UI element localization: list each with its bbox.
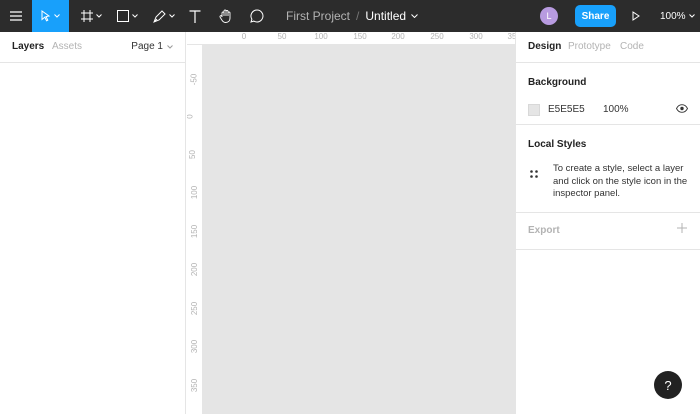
ruler-tick: -50 [189,73,199,86]
main-menu-button[interactable] [0,0,32,32]
ruler-tick: 300 [469,32,483,41]
ruler-tick: 300 [190,339,200,354]
ruler-tick: 200 [190,262,200,277]
present-button[interactable] [628,0,644,32]
canvas[interactable] [203,45,515,414]
ruler-tick: 200 [391,32,405,41]
ruler-tick: 0 [241,32,247,41]
background-color-hex[interactable]: E5E5E5 [548,104,585,115]
ruler-tick: 50 [277,32,287,41]
comment-icon [250,9,264,23]
chevron-down-icon [169,14,175,18]
page-label: Page 1 [131,41,163,52]
tab-assets[interactable]: Assets [52,41,82,52]
zoom-dropdown[interactable]: 100% [660,0,695,32]
title-separator: / [356,9,360,23]
eye-icon[interactable] [676,104,688,113]
text-tool-button[interactable] [186,0,204,32]
ruler-tick: 35 [507,32,515,41]
move-tool-button[interactable] [32,0,69,32]
style-grid-icon [530,170,538,178]
project-name[interactable]: First Project [286,9,350,23]
chevron-down-icon[interactable] [411,14,418,18]
properties-panel: Design Prototype Code Background E5E5E5 … [515,32,700,414]
local-styles-description: To create a style, select a layer and cl… [553,163,688,199]
frame-icon [80,10,93,22]
ruler-tick: 100 [190,185,200,200]
ruler-tick: 250 [430,32,444,41]
help-button[interactable]: ? [654,371,682,399]
background-color-swatch[interactable] [528,104,540,116]
frame-tool-button[interactable] [78,0,104,32]
hand-icon [219,9,231,23]
ruler-horizontal: 0 50 100 150 200 250 300 35 [187,32,515,45]
background-title: Background [528,77,587,88]
user-avatar[interactable]: L [540,7,558,25]
layers-panel: Layers Assets Page 1 [0,32,186,414]
rectangle-icon [116,10,129,22]
ruler-vertical: -50 0 50 100 150 200 250 300 350 [187,45,203,414]
tab-code[interactable]: Code [620,41,644,52]
hamburger-icon [10,11,22,21]
ruler-tick: 50 [187,150,197,159]
share-button[interactable]: Share [575,5,616,27]
pen-tool-button[interactable] [150,0,178,32]
chevron-down-icon [167,44,173,49]
shape-tool-button[interactable] [114,0,140,32]
ruler-tick: 0 [187,114,195,118]
chevron-down-icon [688,14,695,18]
pen-icon [153,9,166,23]
cursor-icon [41,10,51,22]
chevron-down-icon [95,14,102,18]
zoom-level: 100% [660,10,686,22]
play-icon [632,11,640,21]
left-panel-tabs: Layers Assets Page 1 [0,32,185,63]
chevron-down-icon [54,14,60,18]
ruler-tick: 250 [190,301,200,316]
ruler-tick: 150 [190,224,200,239]
local-styles-section: Local Styles To create a style, select a… [516,125,700,213]
background-section: Background E5E5E5 100% [516,63,700,125]
file-name[interactable]: Untitled [365,9,406,23]
text-icon [189,9,201,23]
page-selector[interactable]: Page 1 [131,41,173,52]
plus-icon[interactable] [677,223,687,233]
ruler-tick: 350 [190,378,200,393]
hand-tool-button[interactable] [216,0,236,32]
toolbar: First Project / Untitled L Share 100% [0,0,700,32]
local-styles-title: Local Styles [528,139,587,150]
file-title: First Project / Untitled [286,0,418,32]
tab-design[interactable]: Design [528,41,561,52]
comment-tool-button[interactable] [247,0,267,32]
right-panel-tabs: Design Prototype Code [516,32,700,63]
export-title: Export [528,225,560,236]
tab-layers[interactable]: Layers [12,41,44,52]
background-opacity[interactable]: 100% [603,104,629,115]
export-section: Export [516,213,700,250]
tab-prototype[interactable]: Prototype [568,41,611,52]
ruler-tick: 100 [314,32,328,41]
ruler-tick: 150 [353,32,367,41]
chevron-down-icon [131,14,138,18]
